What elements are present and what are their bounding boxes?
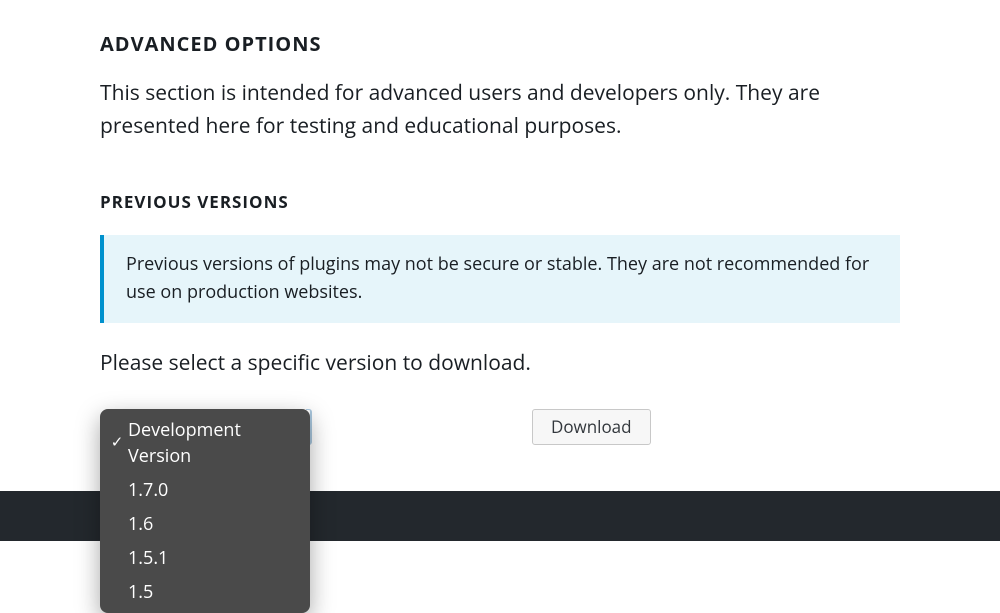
dropdown-option-label: 1.7.0 (128, 477, 168, 503)
dropdown-option-label: 1.6 (128, 511, 153, 537)
select-version-instruction: Please select a specific version to down… (100, 349, 900, 377)
advanced-options-title: ADVANCED OPTIONS (100, 30, 900, 57)
dropdown-option-170[interactable]: 1.7.0 (100, 473, 310, 507)
dropdown-option-15[interactable]: 1.5 (100, 575, 310, 609)
dropdown-option-development[interactable]: ✓ Development Version (100, 413, 310, 473)
dropdown-option-16[interactable]: 1.6 (100, 507, 310, 541)
dropdown-option-label: 1.5 (128, 579, 153, 605)
notice-box: Previous versions of plugins may not be … (100, 235, 900, 323)
dropdown-option-label: 1.5.1 (128, 545, 168, 571)
check-icon: ✓ (108, 432, 126, 454)
version-dropdown[interactable]: ✓ Development Version 1.7.0 1.6 1.5.1 (100, 409, 310, 613)
advanced-options-description: This section is intended for advanced us… (100, 77, 900, 142)
download-button[interactable]: Download (532, 409, 651, 445)
previous-versions-title: PREVIOUS VERSIONS (100, 190, 900, 213)
dropdown-option-label: Development Version (128, 417, 296, 469)
notice-text: Previous versions of plugins may not be … (126, 251, 878, 307)
version-controls: ✓ Development Version 1.7.0 1.6 1.5.1 (100, 409, 900, 445)
dropdown-option-151[interactable]: 1.5.1 (100, 541, 310, 575)
